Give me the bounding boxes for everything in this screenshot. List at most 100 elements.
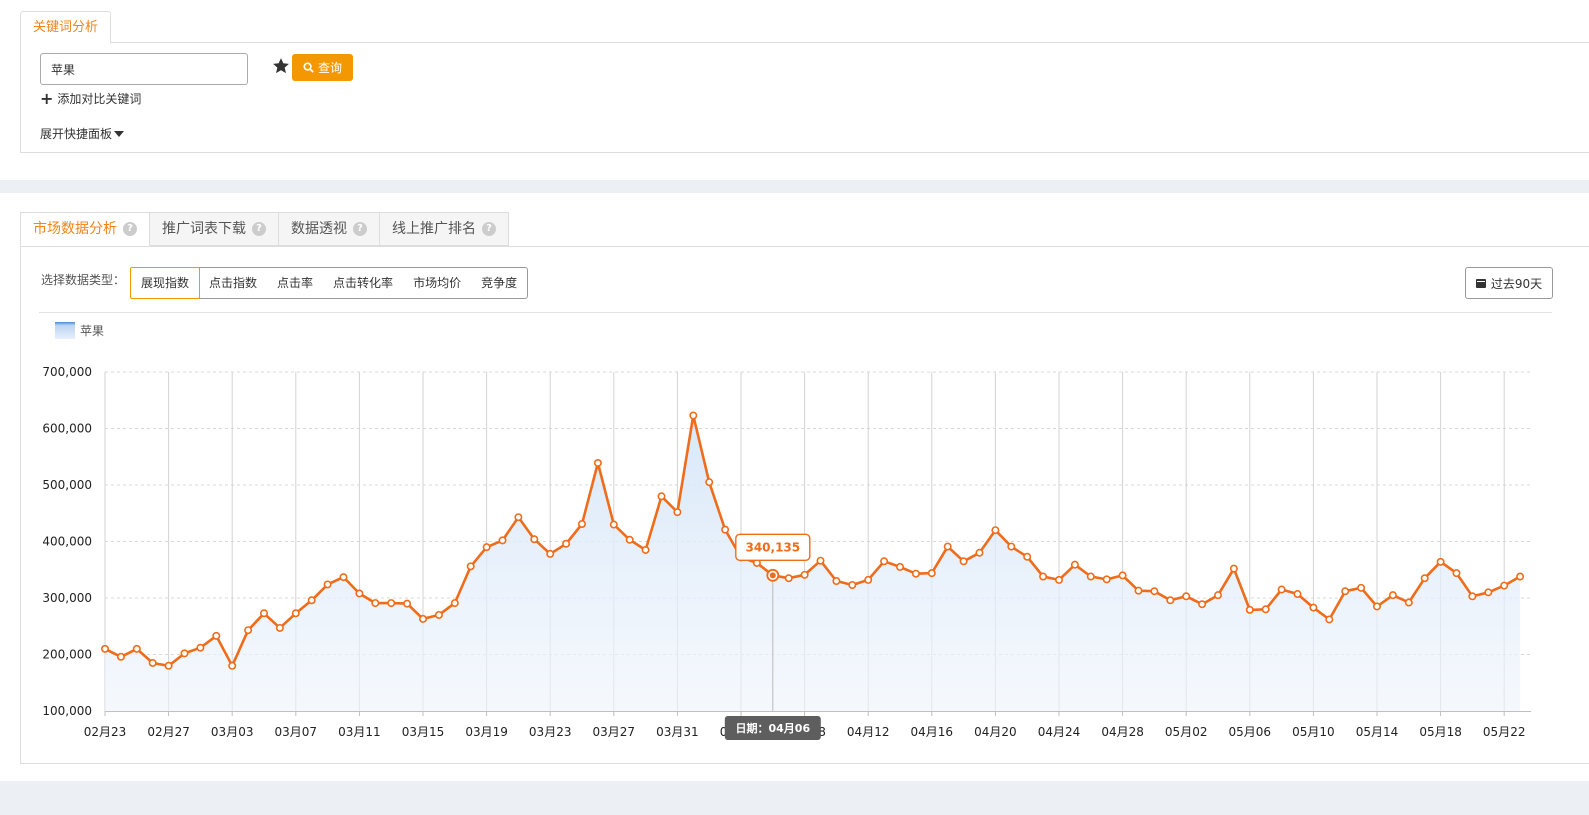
data-point[interactable]	[959, 557, 968, 566]
data-point[interactable]	[816, 556, 825, 565]
data-point[interactable]	[1468, 592, 1477, 601]
data-point[interactable]	[1388, 591, 1397, 600]
data-point[interactable]	[450, 599, 459, 608]
data-point[interactable]	[1420, 574, 1429, 583]
data-point[interactable]	[1325, 615, 1334, 624]
data-point[interactable]	[832, 577, 841, 586]
data-point[interactable]	[1500, 581, 1509, 590]
data-point[interactable]	[196, 643, 205, 652]
data-point[interactable]	[689, 411, 698, 420]
data-point[interactable]	[244, 626, 253, 635]
data-point[interactable]	[418, 614, 427, 623]
data-point[interactable]	[1341, 587, 1350, 596]
data-point[interactable]	[943, 542, 952, 551]
data-point[interactable]	[275, 623, 284, 632]
data-point[interactable]	[1436, 557, 1445, 566]
data-point[interactable]	[1452, 569, 1461, 578]
data-point[interactable]	[784, 574, 793, 583]
data-point[interactable]	[498, 536, 507, 545]
data-point[interactable]	[434, 610, 443, 619]
data-point[interactable]	[466, 562, 475, 571]
data-point[interactable]	[1102, 575, 1111, 584]
data-point[interactable]	[1166, 596, 1175, 605]
data-point[interactable]	[164, 661, 173, 670]
query-button[interactable]: 查询	[292, 54, 353, 81]
data-point[interactable]	[1261, 605, 1270, 614]
tab-keyword-analysis[interactable]: 关键词分析	[20, 11, 112, 44]
data-point[interactable]	[911, 569, 920, 578]
tab-keyword-list-download[interactable]: 推广词表下载 ?	[150, 212, 279, 246]
data-point[interactable]	[577, 519, 586, 528]
date-range-button[interactable]: 过去90天	[1465, 267, 1553, 299]
data-point[interactable]	[180, 649, 189, 658]
data-point[interactable]	[625, 535, 634, 544]
data-point[interactable]	[1373, 602, 1382, 611]
data-point[interactable]	[1404, 598, 1413, 607]
help-icon[interactable]: ?	[353, 222, 367, 236]
data-point[interactable]	[1070, 560, 1079, 569]
data-point[interactable]	[641, 545, 650, 554]
data-point[interactable]	[673, 508, 682, 517]
help-icon[interactable]: ?	[123, 222, 137, 236]
data-type-clicks[interactable]: 点击指数	[199, 268, 267, 298]
data-point[interactable]	[880, 557, 889, 566]
data-point[interactable]	[593, 458, 602, 467]
data-type-impressions[interactable]: 展现指数	[130, 267, 201, 299]
data-point[interactable]	[800, 570, 809, 579]
data-point[interactable]	[212, 631, 221, 640]
data-point[interactable]	[148, 658, 157, 667]
data-point[interactable]	[339, 573, 348, 582]
data-point[interactable]	[991, 526, 1000, 535]
data-point[interactable]	[1182, 592, 1191, 601]
add-compare-keyword[interactable]: + 添加对比关键词	[40, 90, 141, 107]
help-icon[interactable]: ?	[252, 222, 266, 236]
data-point[interactable]	[1086, 572, 1095, 581]
tab-market-data-analysis[interactable]: 市场数据分析 ?	[20, 212, 150, 246]
data-point[interactable]	[895, 562, 904, 571]
data-point[interactable]	[1039, 572, 1048, 581]
expand-shortcut-panel[interactable]: 展开快捷面板	[40, 125, 125, 142]
data-point[interactable]	[705, 478, 714, 487]
data-point[interactable]	[355, 589, 364, 598]
data-point[interactable]	[546, 549, 555, 558]
data-point[interactable]	[1214, 591, 1223, 600]
data-point[interactable]	[1484, 588, 1493, 597]
data-point[interactable]	[116, 652, 125, 661]
data-point[interactable]	[657, 492, 666, 501]
data-point[interactable]	[371, 599, 380, 608]
data-point[interactable]	[323, 580, 332, 589]
data-point[interactable]	[848, 581, 857, 590]
data-type-avg-price[interactable]: 市场均价	[403, 268, 471, 298]
data-type-conversion[interactable]: 点击转化率	[323, 268, 403, 298]
data-point[interactable]	[1150, 587, 1159, 596]
data-point[interactable]	[1516, 572, 1525, 581]
data-point[interactable]	[1293, 590, 1302, 599]
tab-online-ranking[interactable]: 线上推广排名 ?	[380, 212, 509, 246]
data-point[interactable]	[562, 539, 571, 548]
data-point[interactable]	[1309, 603, 1318, 612]
data-point[interactable]	[228, 661, 237, 670]
data-point[interactable]	[864, 575, 873, 584]
data-point[interactable]	[1134, 586, 1143, 595]
data-point[interactable]	[927, 569, 936, 578]
data-point[interactable]	[1357, 583, 1366, 592]
data-point[interactable]	[1229, 564, 1238, 573]
data-point[interactable]	[403, 599, 412, 608]
data-point[interactable]	[482, 543, 491, 552]
data-point[interactable]	[975, 548, 984, 557]
data-point[interactable]	[1198, 600, 1207, 609]
data-point[interactable]	[1007, 542, 1016, 551]
data-point[interactable]	[1277, 585, 1286, 594]
data-type-competition[interactable]: 竞争度	[471, 268, 527, 298]
keyword-input[interactable]	[40, 53, 248, 85]
data-point[interactable]	[609, 520, 618, 529]
data-point[interactable]	[1055, 575, 1064, 584]
star-icon[interactable]	[272, 57, 290, 75]
data-point[interactable]	[514, 513, 523, 522]
data-point[interactable]	[530, 535, 539, 544]
data-point[interactable]	[101, 644, 110, 653]
data-point[interactable]	[132, 644, 141, 653]
help-icon[interactable]: ?	[482, 222, 496, 236]
data-point[interactable]	[259, 609, 268, 618]
data-type-ctr[interactable]: 点击率	[267, 268, 323, 298]
